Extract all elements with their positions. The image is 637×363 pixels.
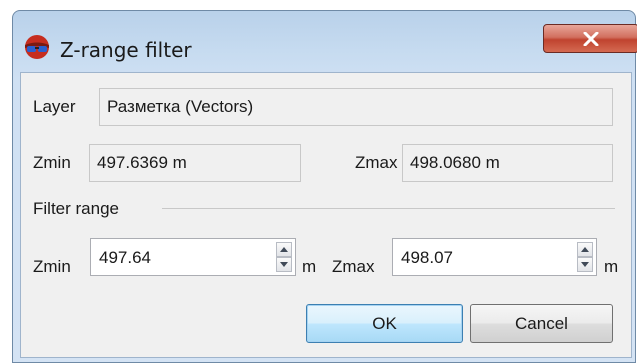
zmin-readout-value: 497.6369 m <box>97 153 187 172</box>
ok-button[interactable]: OK <box>306 304 463 343</box>
filter-zmin-unit: m <box>302 257 317 276</box>
filter-zmax-value: 498.07 <box>401 248 453 267</box>
filter-zmax-decrement-button[interactable] <box>577 257 593 272</box>
filter-zmin-value: 497.64 <box>99 248 151 267</box>
filter-zmax-label: Zmax <box>332 257 375 276</box>
filter-zmax-spin-buttons <box>577 242 593 272</box>
glasses-3d-icon <box>25 35 49 59</box>
filter-zmin-spinbox[interactable]: 497.64 <box>90 238 296 276</box>
filter-zmin-label: Zmin <box>33 257 71 276</box>
layer-value: Разметка (Vectors) <box>107 97 254 116</box>
filter-zmax-unit: m <box>604 257 619 276</box>
arrow-up-icon <box>581 247 589 252</box>
arrow-up-icon <box>280 247 288 252</box>
filter-zmax-spinbox[interactable]: 498.07 <box>392 238 597 276</box>
layer-field: Разметка (Vectors) <box>99 88 613 126</box>
filter-zmax-increment-button[interactable] <box>577 242 593 257</box>
filter-range-group-label: Filter range <box>33 199 119 218</box>
z-range-filter-dialog: Z-range filter Layer Разметка (Vectors) … <box>0 0 637 363</box>
zmax-label: Zmax <box>355 153 398 172</box>
zmax-readout: 498.0680 m <box>402 144 613 182</box>
layer-label: Layer <box>33 97 76 116</box>
close-icon <box>583 31 599 46</box>
zmin-label: Zmin <box>33 153 71 172</box>
zmin-readout: 497.6369 m <box>89 144 301 182</box>
filter-zmin-decrement-button[interactable] <box>276 257 292 272</box>
group-divider <box>162 208 615 209</box>
cancel-button[interactable]: Cancel <box>470 304 613 343</box>
filter-zmin-spin-buttons <box>276 242 292 272</box>
arrow-down-icon <box>581 262 589 267</box>
close-button[interactable] <box>543 24 637 53</box>
title-bar[interactable]: Z-range filter <box>12 10 637 72</box>
zmax-readout-value: 498.0680 m <box>410 153 500 172</box>
filter-zmin-increment-button[interactable] <box>276 242 292 257</box>
arrow-down-icon <box>280 262 288 267</box>
window-title: Z-range filter <box>60 38 192 62</box>
